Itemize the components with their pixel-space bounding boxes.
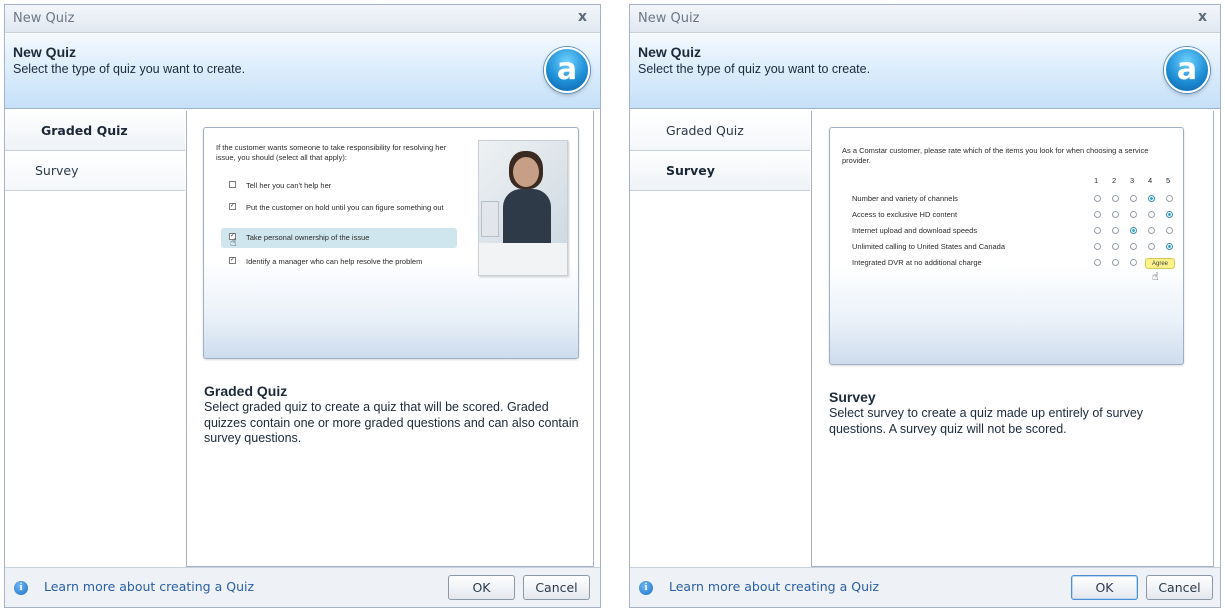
new-quiz-dialog-survey: New Quiz x New Quiz Select the type of q… [629,4,1221,608]
quiz-type-nav: Graded Quiz Survey [630,111,810,567]
rating-radio [1166,195,1173,202]
survey-preview: As a Comstar customer, please rate which… [829,127,1184,365]
checkbox-checked-icon: ✓ [229,203,236,210]
scale-label: 1 [1094,176,1099,185]
nav-item-survey[interactable]: Survey [5,151,185,191]
dialog-footer: i Learn more about creating a Quiz OK Ca… [5,567,600,607]
header-title: New Quiz [638,44,702,60]
app-logo-icon: a [1164,47,1210,93]
learn-more-link[interactable]: Learn more about creating a Quiz [669,579,879,594]
hand-cursor-icon: ☝ [1152,270,1159,283]
rating-radio [1148,227,1155,234]
rating-radio [1094,243,1101,250]
new-quiz-dialog-graded: New Quiz x New Quiz Select the type of q… [4,4,601,608]
content-panel: As a Comstar customer, please rate which… [811,111,1214,567]
rating-row-label: Integrated DVR at no additional charge [852,258,982,267]
header-title: New Quiz [13,44,77,60]
description-title: Graded Quiz [204,383,288,399]
content-panel: If the customer wants someone to take re… [186,111,594,567]
rating-radio [1112,259,1119,266]
dialog-header: New Quiz Select the type of quiz you wan… [630,34,1220,109]
checkbox-icon [229,181,236,188]
quiz-type-nav: Graded Quiz Survey [5,111,185,567]
scale-label: 4 [1148,176,1153,185]
header-subtitle: Select the type of quiz you want to crea… [638,62,871,76]
nav-item-survey[interactable]: Survey [630,151,810,191]
info-icon: i [14,581,28,595]
scale-label: 3 [1130,176,1135,185]
rating-radio [1130,259,1137,266]
dialog-footer: i Learn more about creating a Quiz OK Ca… [630,567,1220,607]
header-subtitle: Select the type of quiz you want to crea… [13,62,246,76]
rating-radio [1130,195,1137,202]
description-title: Survey [829,389,876,405]
preview-option: Tell her you can't help her [221,176,457,196]
dialog-header: New Quiz Select the type of quiz you wan… [5,34,600,109]
option-label: Identify a manager who can help resolve … [246,257,423,266]
ok-button[interactable]: OK [1071,575,1138,600]
description-text: Select graded quiz to create a quiz that… [204,400,579,446]
rating-radio [1148,195,1155,202]
nav-item-graded-quiz[interactable]: Graded Quiz [630,111,810,151]
rating-radio [1094,211,1101,218]
rating-row-label: Internet upload and download speeds [852,226,978,235]
description-text: Select survey to create a quiz made up e… [829,406,1144,436]
rating-radio [1148,211,1155,218]
preview-question: If the customer wants someone to take re… [216,143,447,163]
preview-option: ✓ Put the customer on hold until you can… [221,198,457,224]
info-icon: i [639,581,653,595]
rating-row-label: Number and variety of channels [852,194,958,203]
rating-radio [1166,211,1173,218]
close-icon[interactable]: x [1198,9,1207,25]
hand-cursor-icon: ☝ [230,236,237,249]
graded-quiz-preview: If the customer wants someone to take re… [203,127,579,359]
title-bar: New Quiz x [5,5,600,33]
option-label: Tell her you can't help her [246,181,332,190]
preview-option-highlighted: ✓ Take personal ownership of the issue [221,228,457,248]
window-title: New Quiz [638,11,700,26]
option-label: Put the customer on hold until you can f… [246,203,444,212]
close-icon[interactable]: x [578,9,587,25]
scale-label: 5 [1166,176,1171,185]
tooltip: Agree [1145,258,1175,269]
rating-radio [1130,227,1137,234]
rating-row-label: Unlimited calling to United States and C… [852,242,1006,251]
rating-radio [1166,227,1173,234]
checkbox-checked-icon: ✓ [229,257,236,264]
app-logo-icon: a [544,47,590,93]
preview-option: ✓ Identify a manager who can help resolv… [221,252,457,278]
rating-radio [1112,211,1119,218]
rating-radio [1130,243,1137,250]
rating-radio [1130,211,1137,218]
learn-more-link[interactable]: Learn more about creating a Quiz [44,579,254,594]
rating-row-label: Access to exclusive HD content [852,210,958,219]
nav-item-graded-quiz[interactable]: Graded Quiz [5,111,185,151]
rating-radio [1148,243,1155,250]
rating-radio [1112,227,1119,234]
cancel-button[interactable]: Cancel [523,575,590,600]
scale-label: 2 [1112,176,1117,185]
rating-radio [1094,259,1101,266]
ok-button[interactable]: OK [448,575,515,600]
customer-service-photo [478,140,568,276]
window-title: New Quiz [13,11,75,26]
title-bar: New Quiz x [630,5,1220,33]
rating-radio [1112,243,1119,250]
preview-question: As a Comstar customer, please rate which… [842,146,1149,166]
rating-radio [1094,227,1101,234]
rating-radio [1166,243,1173,250]
rating-radio [1094,195,1101,202]
option-label: Take personal ownership of the issue [246,233,370,242]
cancel-button[interactable]: Cancel [1146,575,1213,600]
rating-radio [1112,195,1119,202]
